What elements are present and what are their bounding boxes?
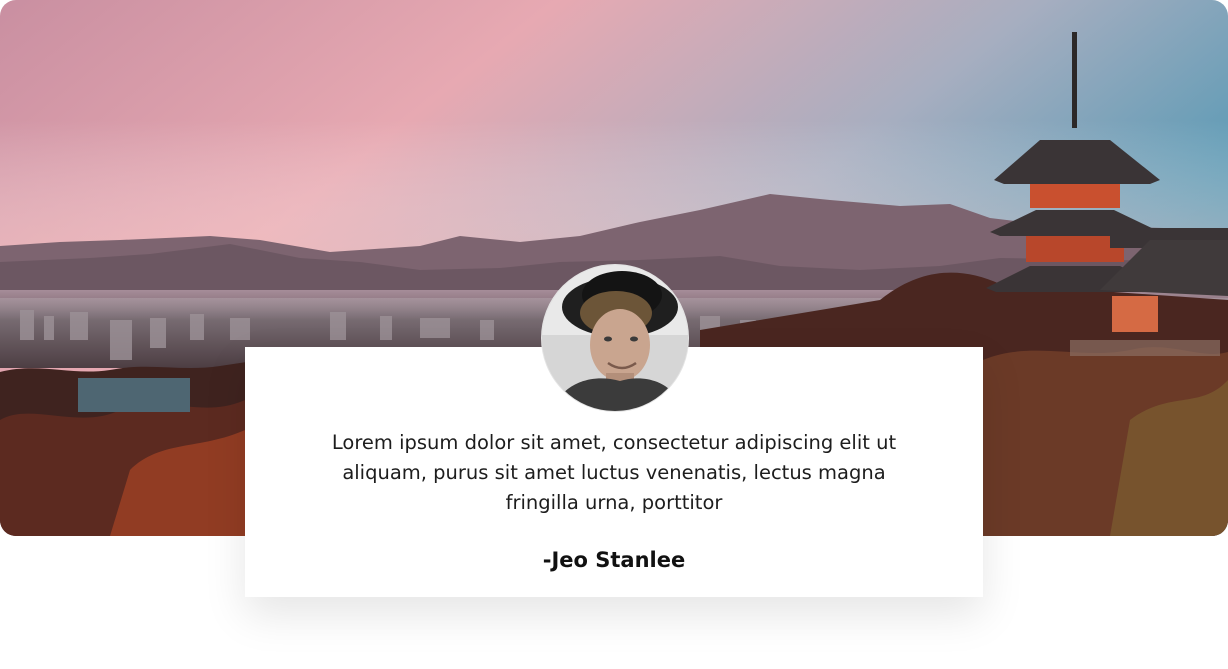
testimonial-section: Lorem ipsum dolor sit amet, consectetur … (0, 0, 1228, 669)
person-avatar (541, 264, 689, 412)
testimonial-quote: Lorem ipsum dolor sit amet, consectetur … (331, 431, 897, 514)
testimonial-author: -Jeo Stanlee (542, 548, 686, 572)
